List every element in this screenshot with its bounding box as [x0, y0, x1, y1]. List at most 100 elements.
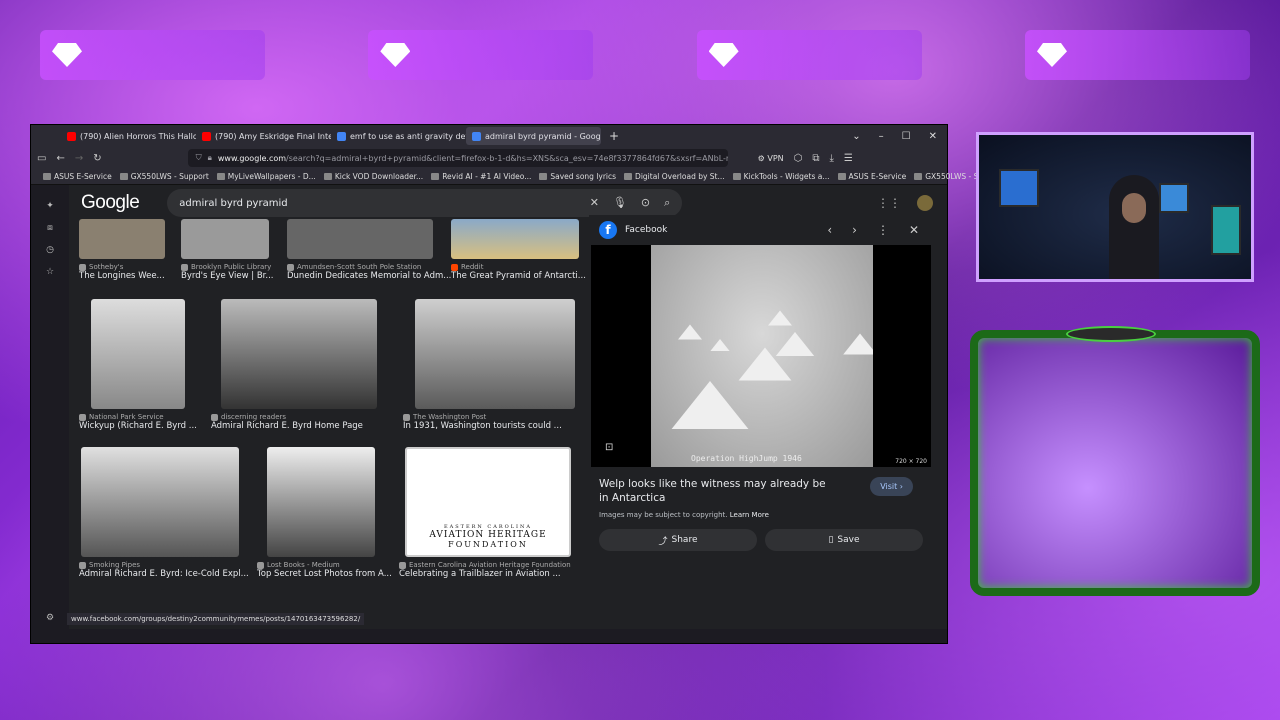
diamond-icon: [380, 43, 411, 67]
result-thumbnail[interactable]: [267, 447, 375, 557]
visit-button[interactable]: Visit ›: [870, 477, 913, 496]
bookmark-item[interactable]: MyLiveWallpapers - D...: [216, 172, 316, 181]
result-title[interactable]: Top Secret Lost Photos from A...: [257, 569, 392, 579]
tab-amy-eskridge[interactable]: (790) Amy Eskridge Final Interv×: [196, 127, 331, 145]
tab-admiral-byrd[interactable]: admiral byrd pyramid - Google×: [466, 127, 601, 145]
preview-image[interactable]: Operation HighJump 1946 ⊡ 720 × 720: [591, 245, 931, 467]
pyramids-photo: Operation HighJump 1946: [651, 245, 873, 467]
apps-grid-icon[interactable]: ⋮⋮: [877, 196, 901, 210]
result-title[interactable]: Wickyup (Richard E. Byrd ...: [79, 421, 197, 431]
result-title[interactable]: Dunedin Dedicates Memorial to Adm...: [287, 271, 451, 281]
result-thumbnail[interactable]: [451, 219, 579, 259]
result-thumbnail[interactable]: [91, 299, 185, 409]
url-bar[interactable]: ⛉ 🔒︎ www.google.com/search?q=admiral+byr…: [187, 149, 728, 167]
result-source-label: discerning readers: [221, 413, 287, 421]
result-source: Reddit: [451, 263, 586, 271]
forward-icon[interactable]: →: [75, 153, 83, 164]
lens-icon[interactable]: ⊙: [641, 196, 650, 210]
result-item[interactable]: Amundsen-Scott South Pole Station Dunedi…: [287, 219, 451, 281]
lens-search-icon[interactable]: ⊡: [605, 442, 613, 453]
search-query[interactable]: admiral byrd pyramid: [179, 198, 287, 209]
bookmark-item[interactable]: GX550LWS - Support: [119, 172, 209, 181]
ufo-decoration: [1066, 326, 1156, 342]
bookmark-item[interactable]: ASUS E-Service: [837, 172, 907, 181]
history-icon[interactable]: ◷: [46, 245, 54, 255]
pocket-icon[interactable]: ⬡: [794, 153, 803, 164]
ai-chat-icon[interactable]: ✦: [46, 201, 54, 211]
more-icon[interactable]: ⋮: [877, 223, 889, 237]
result-thumbnail[interactable]: [181, 219, 269, 259]
tab-title: (790) Alien Horrors This Hallow: [80, 131, 196, 141]
result-thumbnail[interactable]: [415, 299, 575, 409]
preview-title[interactable]: Welp looks like the witness may already …: [589, 467, 839, 505]
avatar[interactable]: [917, 195, 933, 211]
mic-icon[interactable]: 🎙︎: [613, 196, 627, 210]
share-button[interactable]: ⤴ Share: [599, 529, 757, 551]
result-title[interactable]: Admiral Richard E. Byrd: Ice-Cold Expl..…: [79, 569, 249, 579]
bookmarks-icon[interactable]: ☆: [46, 267, 54, 277]
downloads-icon[interactable]: ⤓: [830, 153, 834, 164]
search-icon[interactable]: ⌕: [664, 196, 670, 210]
result-item[interactable]: Smoking Pipes Admiral Richard E. Byrd: I…: [79, 447, 249, 579]
learn-more-link[interactable]: Learn More: [730, 511, 769, 519]
result-title[interactable]: Byrd's Eye View | Br...: [181, 271, 274, 281]
close-icon[interactable]: ✕: [909, 223, 919, 237]
result-item[interactable]: Sotheby's The Longines Wee...: [79, 219, 165, 281]
menu-icon[interactable]: ☰: [844, 153, 853, 164]
bookmark-item[interactable]: Saved song lyrics: [539, 172, 616, 181]
bookmark-item[interactable]: Revid AI - #1 AI Video...: [431, 172, 531, 181]
pyramid-shape: [710, 339, 730, 351]
result-title[interactable]: The Longines Wee...: [79, 271, 165, 281]
close-window-button[interactable]: ✕: [929, 131, 937, 142]
tab-list-icon[interactable]: ⌄: [852, 131, 860, 142]
result-thumbnail[interactable]: EASTERN CAROLINA AVIATION HERITAGE FOUND…: [405, 447, 571, 557]
result-source-label: Brooklyn Public Library: [191, 263, 272, 271]
result-source-label: Lost Books - Medium: [267, 561, 340, 569]
sidebar-settings-icon[interactable]: ⚙: [46, 613, 54, 623]
clear-icon[interactable]: ✕: [590, 196, 599, 210]
next-icon[interactable]: ›: [852, 223, 857, 237]
result-item[interactable]: Reddit The Great Pyramid of Antarcti...: [451, 219, 586, 281]
tab-emf[interactable]: emf to use as anti gravity devic×: [331, 127, 466, 145]
result-item[interactable]: Brooklyn Public Library Byrd's Eye View …: [181, 219, 274, 281]
back-icon[interactable]: ←: [56, 153, 64, 164]
bookmark-item[interactable]: KickTools - Widgets a...: [732, 172, 830, 181]
new-tab-button[interactable]: +: [609, 129, 619, 143]
bookmark-label: Digital Overload by St...: [635, 172, 725, 181]
result-title[interactable]: Celebrating a Trailblazer in Aviation ..…: [399, 569, 571, 579]
result-source: Smoking Pipes: [79, 561, 249, 569]
result-thumbnail[interactable]: [287, 219, 433, 259]
window-controls: ⌄ – ☐ ✕: [852, 131, 947, 142]
result-thumbnail[interactable]: [79, 219, 165, 259]
save-label: Save: [837, 535, 860, 545]
result-thumbnail[interactable]: [81, 447, 239, 557]
reload-icon[interactable]: ↻: [93, 153, 101, 164]
tab-alien-horrors[interactable]: (790) Alien Horrors This Hallow×: [61, 127, 196, 145]
bookmark-item[interactable]: ASUS E-Service: [43, 172, 112, 181]
result-source: National Park Service: [79, 413, 197, 421]
bookmark-label: ASUS E-Service: [848, 172, 907, 181]
diamond-icon: [1036, 43, 1067, 67]
result-item[interactable]: Lost Books - Medium Top Secret Lost Phot…: [257, 447, 392, 579]
minimize-button[interactable]: –: [879, 131, 884, 142]
result-item[interactable]: National Park Service Wickyup (Richard E…: [79, 299, 197, 431]
save-button[interactable]: ▯ Save: [765, 529, 923, 551]
maximize-button[interactable]: ☐: [902, 131, 911, 142]
result-title[interactable]: The Great Pyramid of Antarcti...: [451, 271, 586, 281]
sidebar-toggle-icon[interactable]: ▭: [37, 153, 46, 164]
result-item[interactable]: EASTERN CAROLINA AVIATION HERITAGE FOUND…: [399, 447, 571, 579]
bookmark-item[interactable]: Kick VOD Downloader...: [323, 172, 423, 181]
synced-tabs-icon[interactable]: ⧈: [47, 223, 53, 233]
google-logo[interactable]: Google: [81, 192, 140, 214]
extensions-icon[interactable]: ⧉: [812, 153, 819, 164]
result-item[interactable]: discerning readers Admiral Richard E. By…: [211, 299, 377, 431]
preview-source[interactable]: Facebook: [625, 225, 667, 235]
result-title[interactable]: In 1931, Washington tourists could ...: [403, 421, 575, 431]
result-title[interactable]: Admiral Richard E. Byrd Home Page: [211, 421, 377, 431]
bookmark-item[interactable]: Digital Overload by St...: [624, 172, 725, 181]
result-thumbnail[interactable]: [221, 299, 377, 409]
previous-icon[interactable]: ‹: [827, 223, 832, 237]
search-box[interactable]: admiral byrd pyramid ✕ 🎙︎ ⊙ ⌕: [167, 189, 683, 217]
result-item[interactable]: The Washington Post In 1931, Washington …: [403, 299, 575, 431]
vpn-button[interactable]: ⚙ VPN: [758, 154, 784, 163]
